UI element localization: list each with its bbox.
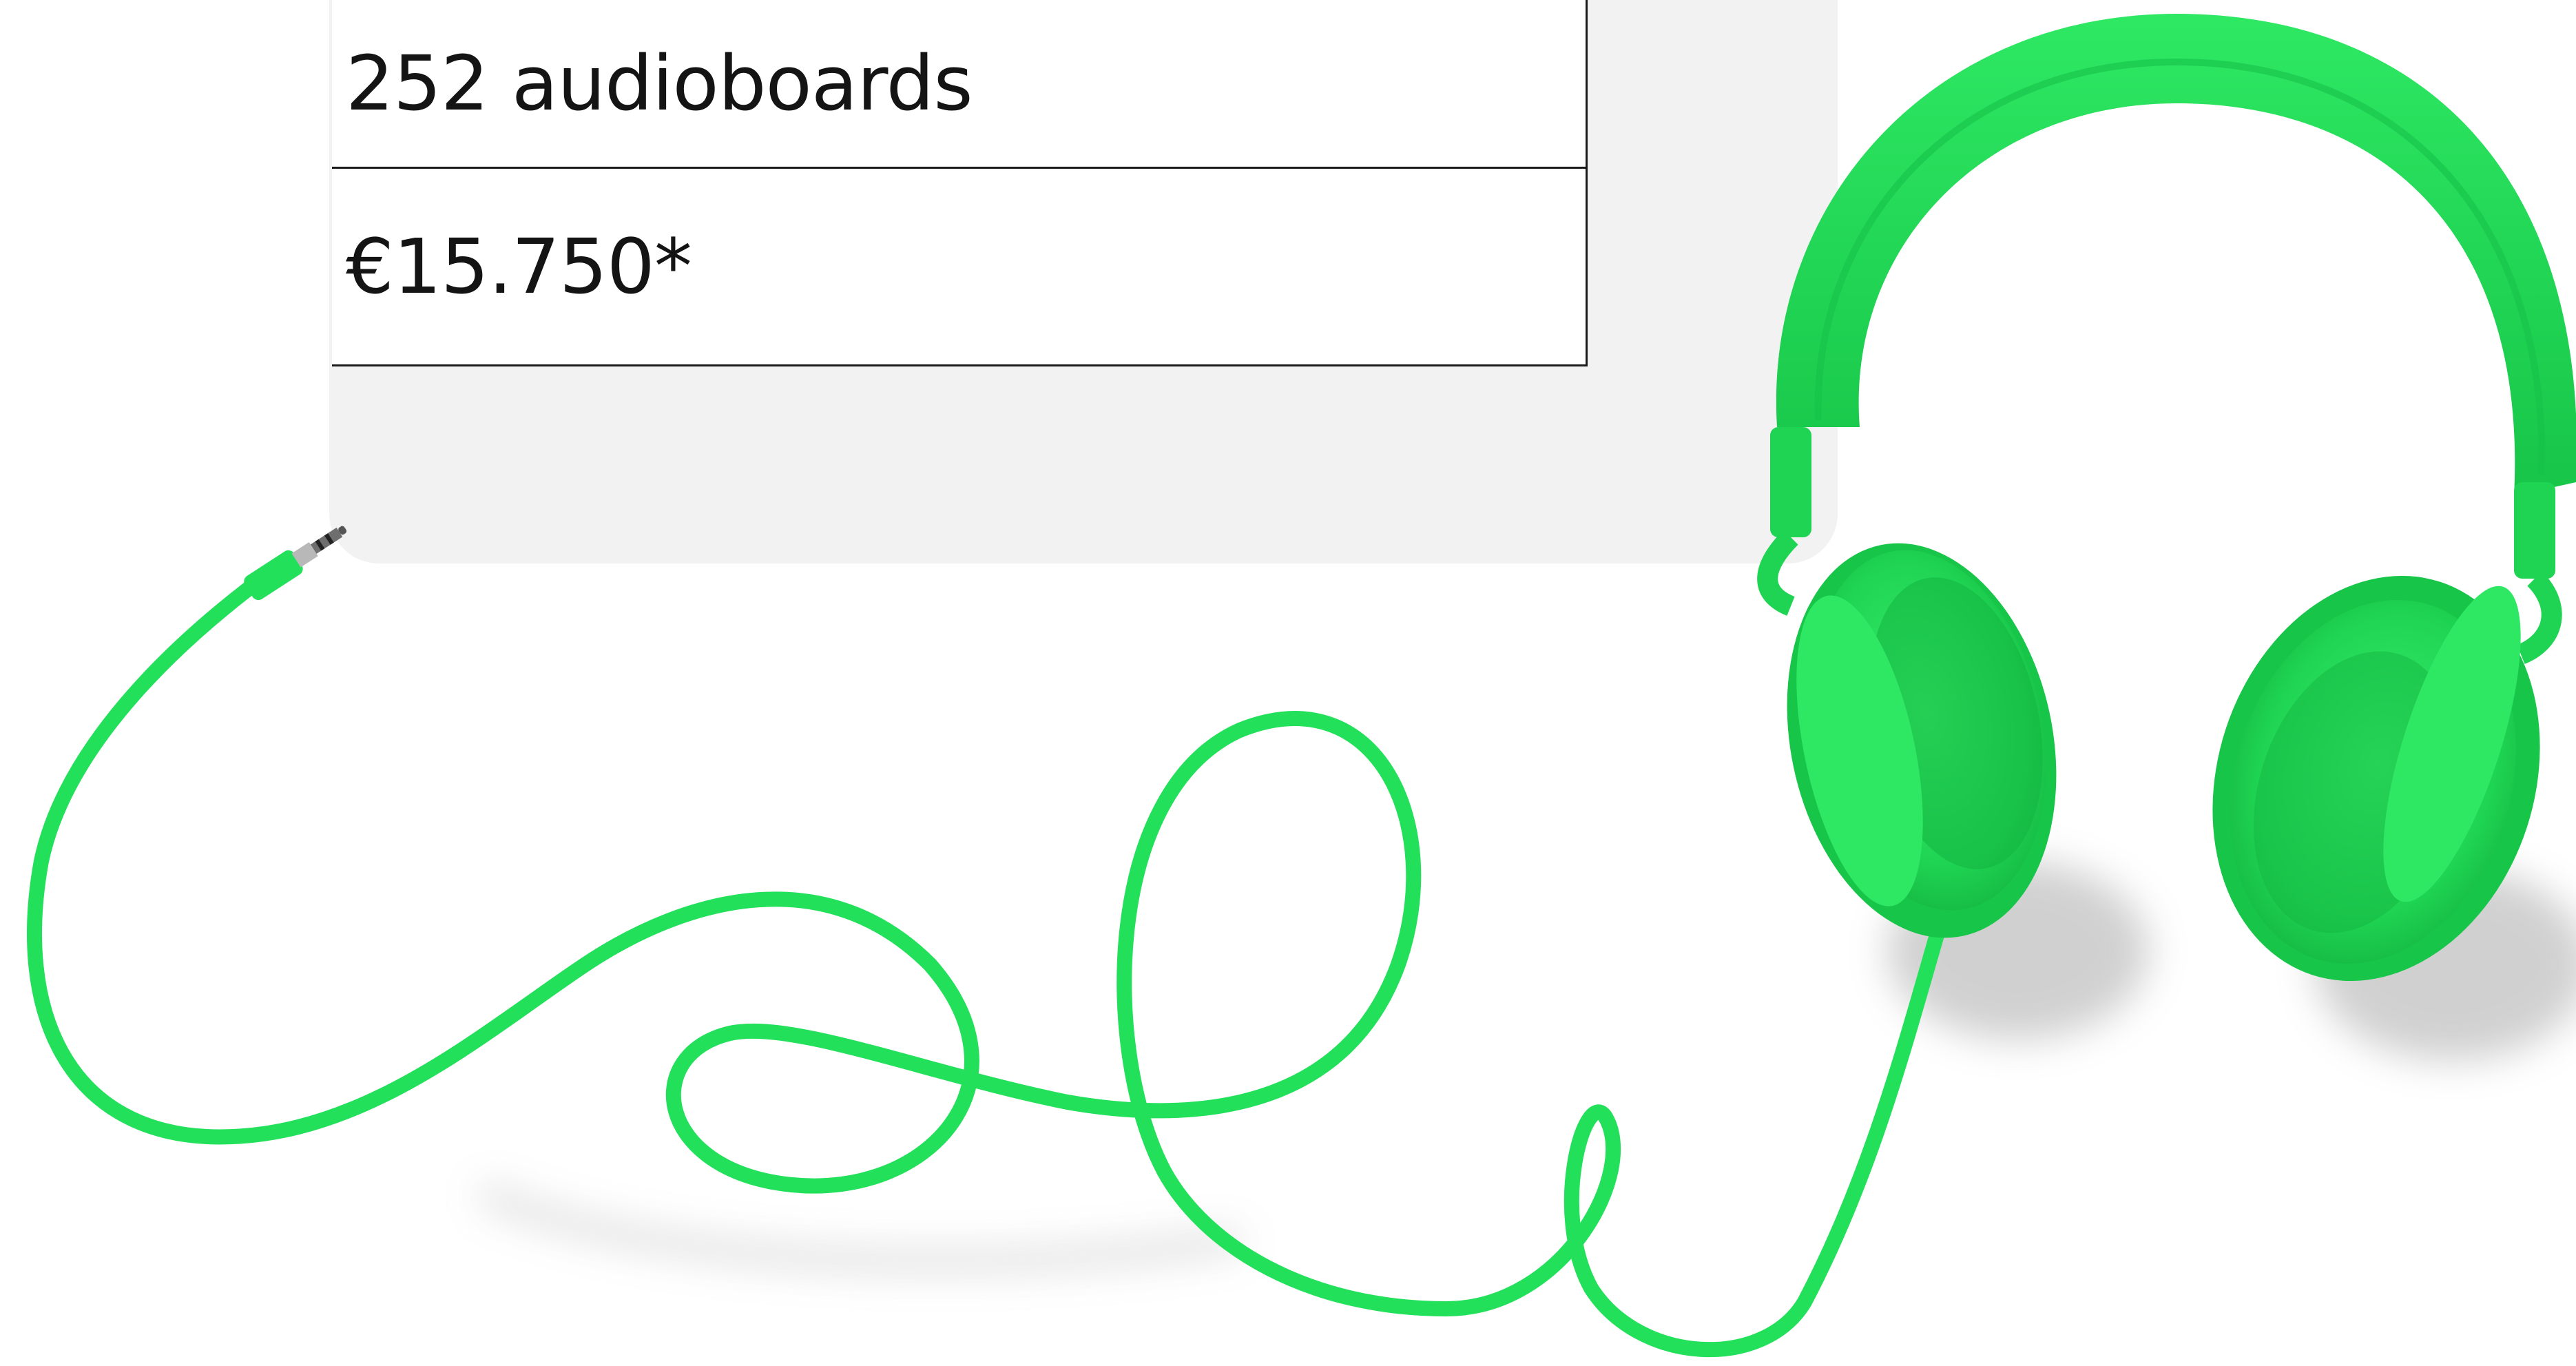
- right-slider: [2514, 482, 2555, 579]
- spec-table: 252 audioboards €15.750*: [332, 0, 1588, 366]
- spec-row-price: €15.750*: [332, 169, 1586, 366]
- headphone-shadow: [477, 861, 2576, 1272]
- audioboards-count: 252 audioboards: [346, 39, 973, 127]
- page: 252 audioboards €15.750*: [0, 0, 2576, 1366]
- headphone-cable: [27, 571, 1950, 1358]
- headband: [1776, 14, 2576, 496]
- spec-row-audioboards: 252 audioboards: [332, 0, 1586, 169]
- left-ear-cup: [1787, 543, 2057, 938]
- right-ear-cup: [2212, 575, 2540, 982]
- price-value: €15.750*: [346, 223, 692, 311]
